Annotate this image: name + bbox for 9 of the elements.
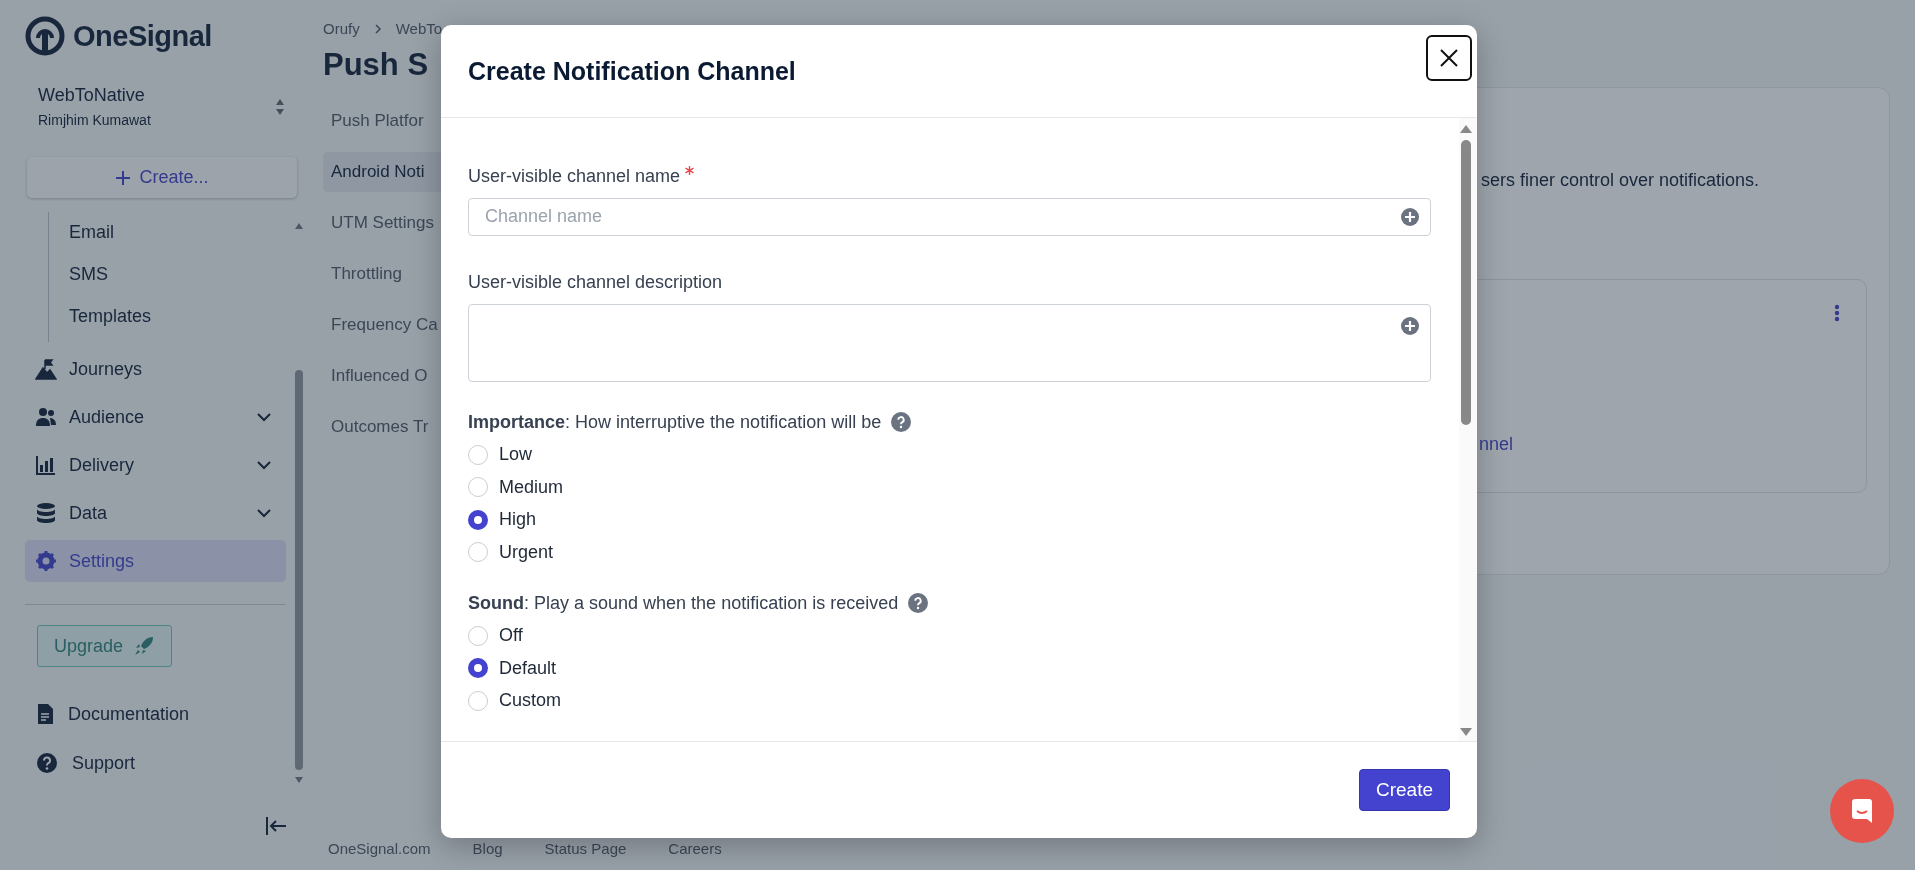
user-name: Rimjhim Kumawat <box>38 112 151 128</box>
card-description: sers finer control over notifications. <box>1481 170 1761 191</box>
page-title: Push S <box>323 47 429 83</box>
field-label: User-visible channel name <box>468 166 681 187</box>
brand-name: OneSignal <box>73 19 212 53</box>
modal-title: Create Notification Channel <box>468 56 796 86</box>
option-group-label: Importance: How interruptive the notification will be <box>468 411 882 433</box>
option-group-label: Sound: Play a sound when the notification is received <box>468 592 899 614</box>
field-label: User-visible channel description <box>468 271 723 293</box>
